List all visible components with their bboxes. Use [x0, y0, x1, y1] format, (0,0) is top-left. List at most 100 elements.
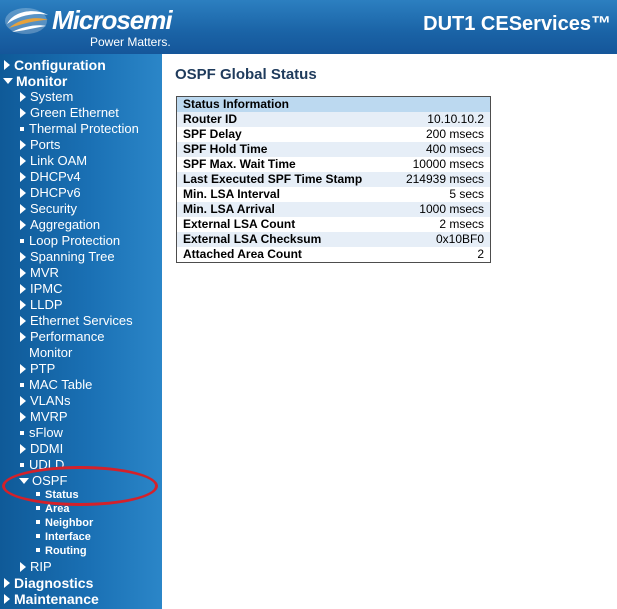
- nav-loop-protection[interactable]: Loop Protection: [20, 233, 120, 248]
- nav-ospf-interface[interactable]: Interface: [36, 531, 91, 543]
- row-label: Min. LSA Interval: [176, 186, 390, 202]
- row-value: 10.10.10.2: [389, 111, 491, 127]
- nav-thermal-protection[interactable]: Thermal Protection: [20, 121, 139, 136]
- nav-mvr[interactable]: MVR: [20, 265, 59, 280]
- top-header: Microsemi Power Matters. DUT1 CEServices…: [0, 0, 617, 54]
- nav-label: Thermal Protection: [29, 121, 139, 136]
- collapsed-arrow-icon: [20, 331, 26, 342]
- bullet-icon: [20, 238, 24, 243]
- nav-ospf-status[interactable]: Status: [36, 489, 79, 501]
- nav-ptp[interactable]: PTP: [20, 361, 55, 376]
- nav-label: Performance: [30, 329, 105, 344]
- collapsed-arrow-icon: [20, 315, 26, 326]
- page-title: OSPF Global Status: [175, 66, 317, 83]
- nav-label: Diagnostics: [14, 575, 94, 591]
- row-label: Attached Area Count: [176, 246, 390, 262]
- nav-dhcpv4[interactable]: DHCPv4: [20, 169, 81, 184]
- nav-ospf-area[interactable]: Area: [36, 503, 69, 515]
- nav-ddmi[interactable]: DDMI: [20, 441, 63, 456]
- table-row: External LSA Count 2 msecs: [176, 216, 491, 232]
- nav-sflow[interactable]: sFlow: [20, 425, 63, 440]
- row-value: 0x10BF0: [389, 231, 491, 247]
- nav-label: Loop Protection: [29, 233, 121, 248]
- table-row: Min. LSA Arrival 1000 msecs: [176, 201, 491, 217]
- nav-diagnostics[interactable]: Diagnostics: [4, 575, 93, 591]
- row-value: 400 msecs: [389, 141, 491, 157]
- nav-label: Interface: [45, 531, 91, 543]
- collapsed-arrow-icon: [4, 578, 10, 589]
- nav-label: Maintenance: [14, 591, 99, 607]
- nav-label: Ports: [30, 137, 61, 152]
- table-row: SPF Max. Wait Time 10000 msecs: [176, 156, 491, 172]
- nav-ethernet-services[interactable]: Ethernet Services: [20, 313, 133, 328]
- logo-swirl-icon: [5, 8, 48, 34]
- collapsed-arrow-icon: [20, 395, 26, 406]
- bullet-icon: [20, 382, 24, 387]
- nav-label: Link OAM: [30, 153, 88, 168]
- collapsed-arrow-icon: [20, 219, 26, 230]
- table-header: Status Information: [176, 96, 491, 112]
- nav-performance-monitor[interactable]: Performance: [20, 329, 104, 344]
- nav-ipmc[interactable]: IPMC: [20, 281, 63, 296]
- nav-label: UDLD: [29, 457, 65, 472]
- nav-security[interactable]: Security: [20, 201, 77, 216]
- nav-configuration[interactable]: Configuration: [4, 57, 106, 73]
- bullet-icon: [36, 492, 40, 497]
- nav-label: Monitor: [29, 345, 73, 360]
- nav-ospf[interactable]: OSPF: [19, 473, 67, 488]
- nav-lldp[interactable]: LLDP: [20, 297, 63, 312]
- row-value: 200 msecs: [389, 126, 491, 142]
- nav-spanning-tree[interactable]: Spanning Tree: [20, 249, 115, 264]
- nav-label: MVRP: [30, 409, 68, 424]
- table-row: SPF Hold Time 400 msecs: [176, 141, 491, 157]
- nav-monitor[interactable]: Monitor: [3, 73, 67, 89]
- nav-vlans[interactable]: VLANs: [20, 393, 70, 408]
- nav-label: Monitor: [16, 73, 68, 89]
- nav-label: Green Ethernet: [30, 105, 119, 120]
- nav-dhcpv6[interactable]: DHCPv6: [20, 185, 81, 200]
- row-label: Min. LSA Arrival: [176, 201, 390, 217]
- table-row: Attached Area Count 2: [176, 246, 491, 262]
- nav-ospf-routing[interactable]: Routing: [36, 545, 87, 557]
- bullet-icon: [20, 126, 24, 131]
- logo-tagline: Power Matters.: [90, 35, 171, 49]
- nav-label: sFlow: [29, 425, 63, 440]
- row-value: 214939 msecs: [389, 171, 491, 187]
- nav-ospf-neighbor[interactable]: Neighbor: [36, 517, 93, 529]
- logo-wordmark: Microsemi: [52, 5, 173, 35]
- status-table: Status Information Router ID 10.10.10.2 S…: [176, 96, 491, 263]
- bullet-icon: [36, 534, 40, 539]
- row-label: External LSA Count: [176, 216, 390, 232]
- collapsed-arrow-icon: [20, 155, 26, 166]
- nav-label: IPMC: [30, 281, 63, 296]
- nav-label: Routing: [45, 545, 87, 557]
- bullet-icon: [36, 506, 40, 511]
- nav-label: Neighbor: [45, 517, 94, 529]
- nav-mvrp[interactable]: MVRP: [20, 409, 68, 424]
- nav-label: Aggregation: [30, 217, 101, 232]
- collapsed-arrow-icon: [20, 171, 26, 182]
- nav-mac-table[interactable]: MAC Table: [20, 377, 92, 392]
- nav-performance-monitor-cont[interactable]: Monitor: [29, 345, 72, 360]
- nav-maintenance[interactable]: Maintenance: [4, 591, 99, 607]
- nav-link-oam[interactable]: Link OAM: [20, 153, 87, 168]
- nav-udld[interactable]: UDLD: [20, 457, 64, 472]
- nav-label: DHCPv4: [30, 169, 81, 184]
- row-label: Router ID: [176, 111, 390, 127]
- nav-system[interactable]: System: [20, 89, 73, 104]
- nav-ports[interactable]: Ports: [20, 137, 60, 152]
- nav-label: DDMI: [30, 441, 64, 456]
- collapsed-arrow-icon: [20, 251, 26, 262]
- bullet-icon: [20, 430, 24, 435]
- row-label: SPF Max. Wait Time: [176, 156, 390, 172]
- collapsed-arrow-icon: [4, 594, 10, 605]
- device-title: DUT1 CEServices™: [423, 13, 611, 35]
- table-row: SPF Delay 200 msecs: [176, 126, 491, 142]
- nav-aggregation[interactable]: Aggregation: [20, 217, 100, 232]
- nav-label: Status: [45, 489, 79, 501]
- nav-green-ethernet[interactable]: Green Ethernet: [20, 105, 119, 120]
- collapsed-arrow-icon: [20, 363, 26, 374]
- expanded-arrow-icon: [3, 78, 13, 85]
- bullet-icon: [36, 548, 40, 553]
- nav-rip[interactable]: RIP: [20, 559, 52, 574]
